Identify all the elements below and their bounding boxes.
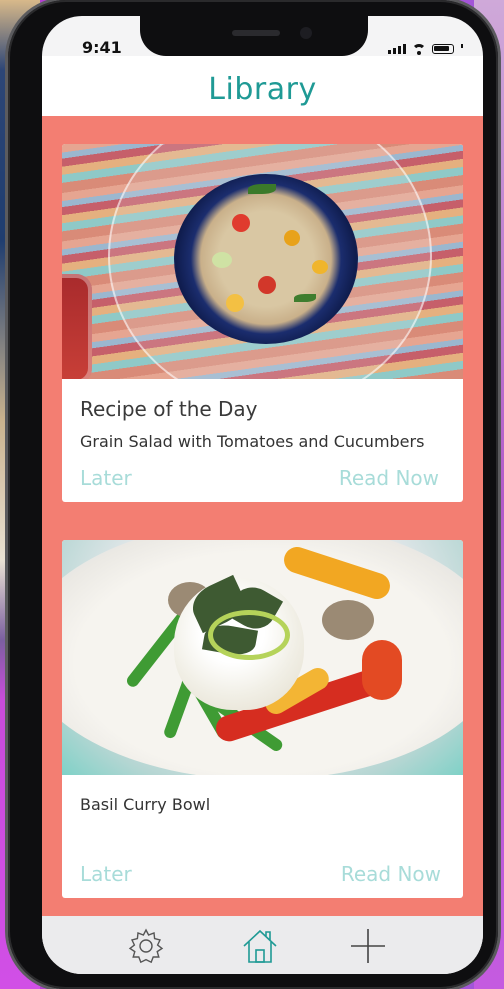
recipe-card[interactable]: Basil Curry Bowl Later Read Now bbox=[62, 540, 463, 898]
recipe-title: Basil Curry Bowl bbox=[80, 795, 211, 814]
gear-icon bbox=[128, 928, 164, 964]
tab-settings[interactable] bbox=[126, 926, 170, 966]
salad-bowl bbox=[174, 174, 358, 344]
card-body: Recipe of the Day Grain Salad with Tomat… bbox=[62, 379, 463, 502]
plus-icon bbox=[351, 929, 385, 963]
recipe-card[interactable]: Recipe of the Day Grain Salad with Tomat… bbox=[62, 144, 463, 502]
speaker-grille bbox=[232, 30, 280, 36]
battery-tip bbox=[461, 44, 463, 48]
wifi-icon bbox=[412, 44, 426, 55]
battery-icon bbox=[432, 44, 454, 54]
recipe-title: Grain Salad with Tomatoes and Cucumbers bbox=[80, 432, 425, 451]
read-now-button[interactable]: Read Now bbox=[341, 862, 441, 886]
app-header: Library bbox=[42, 56, 483, 116]
status-time: 9:41 bbox=[82, 38, 122, 57]
home-icon bbox=[243, 929, 277, 963]
phone-frame: 9:41 Library Recipe of the Day Grain Sal… bbox=[8, 0, 498, 989]
basil-curry-bowl-photo bbox=[62, 540, 463, 775]
grain-salad-photo bbox=[62, 144, 463, 379]
card-heading: Recipe of the Day bbox=[80, 397, 258, 421]
tab-bar bbox=[42, 916, 483, 974]
cellular-signal-icon bbox=[388, 44, 406, 54]
app-screen: 9:41 Library Recipe of the Day Grain Sal… bbox=[42, 16, 483, 974]
tab-add[interactable] bbox=[348, 926, 392, 966]
library-list: Recipe of the Day Grain Salad with Tomat… bbox=[42, 116, 483, 916]
later-button[interactable]: Later bbox=[80, 466, 132, 490]
tab-home[interactable] bbox=[240, 926, 284, 966]
status-icons bbox=[388, 38, 463, 55]
red-jar bbox=[62, 274, 92, 379]
card-body: Basil Curry Bowl Later Read Now bbox=[62, 775, 463, 898]
front-camera bbox=[300, 27, 312, 39]
later-button[interactable]: Later bbox=[80, 862, 132, 886]
device-notch bbox=[140, 16, 368, 56]
page-title: Library bbox=[208, 72, 317, 107]
read-now-button[interactable]: Read Now bbox=[339, 466, 439, 490]
